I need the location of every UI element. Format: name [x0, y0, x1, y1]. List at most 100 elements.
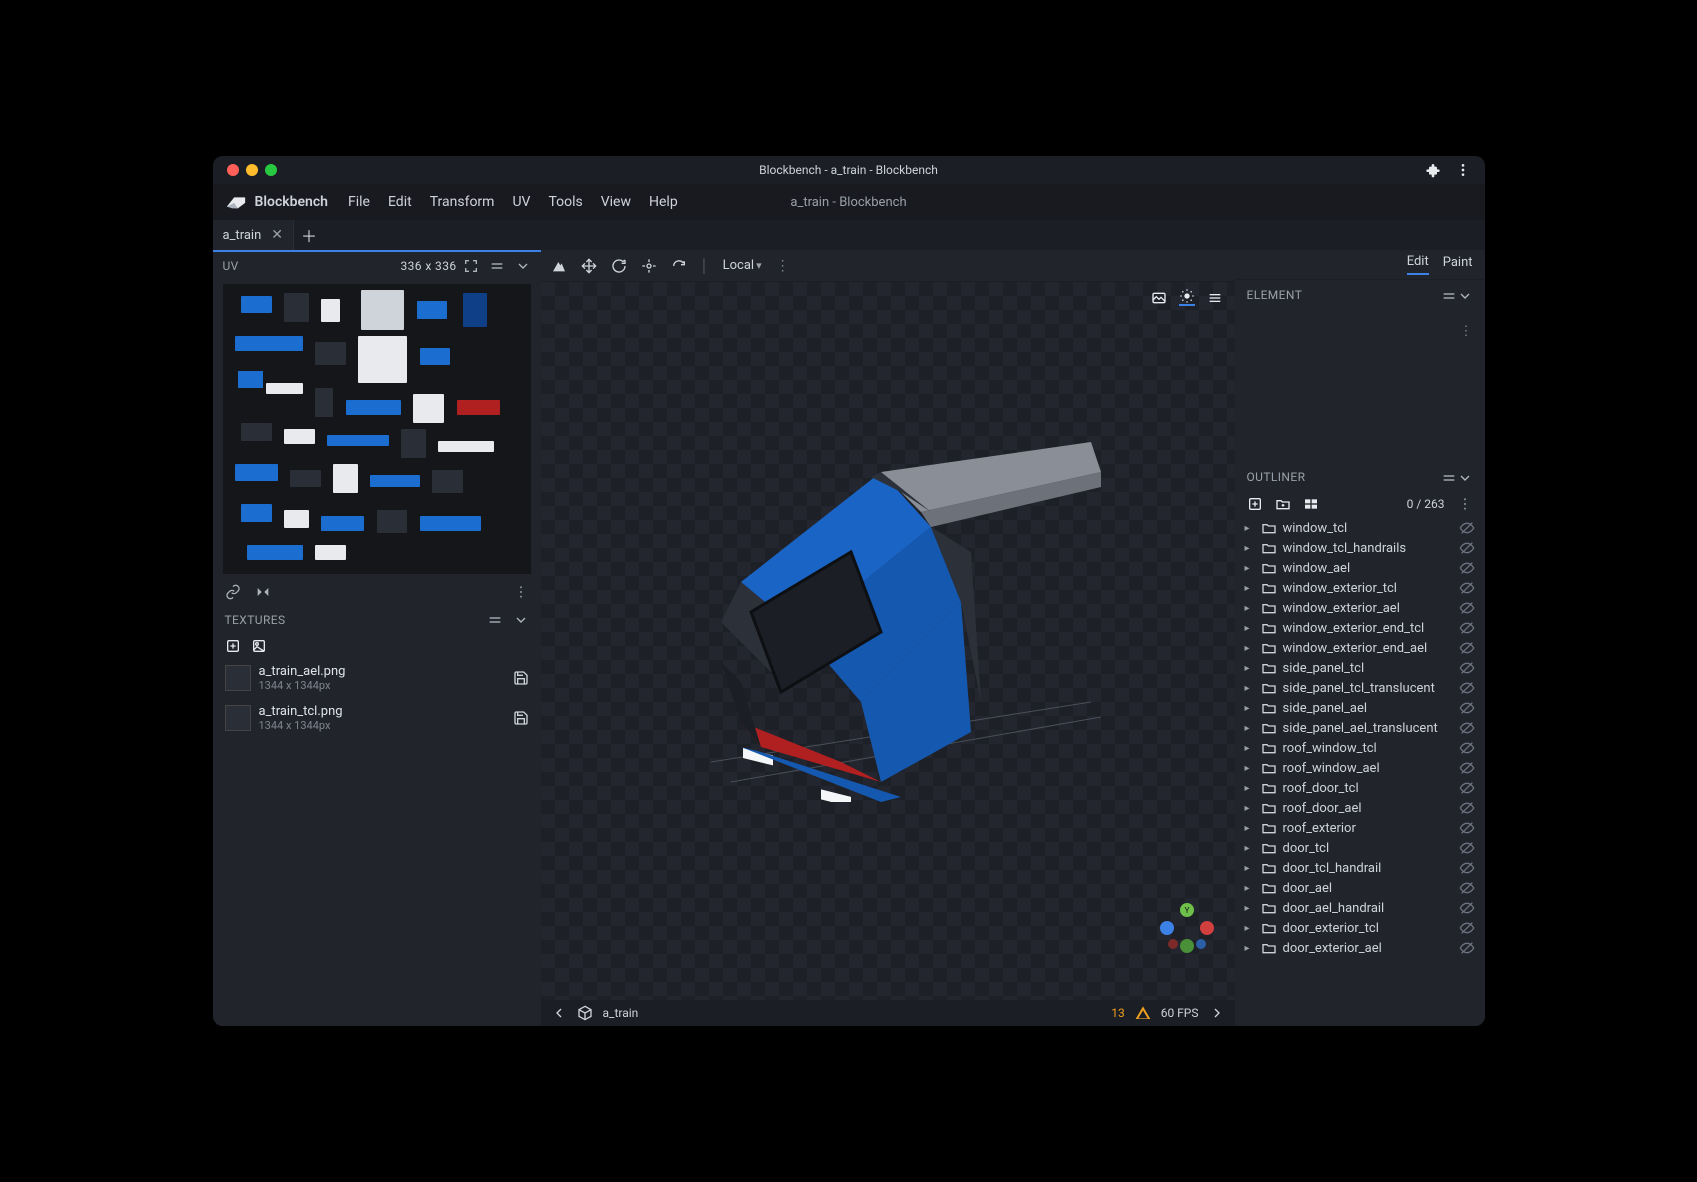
chevron-right-icon[interactable]: ▸ — [1245, 703, 1255, 714]
panel-menu-icon[interactable] — [1441, 470, 1457, 486]
add-group-icon[interactable] — [1275, 496, 1291, 512]
menu-edit[interactable]: Edit — [388, 194, 412, 210]
extension-icon[interactable] — [1425, 162, 1441, 178]
visibility-toggle-icon[interactable] — [1459, 900, 1475, 916]
outliner-node[interactable]: ▸door_tcl_handrail — [1241, 858, 1479, 878]
chevron-down-icon[interactable] — [515, 258, 531, 274]
add-cube-icon[interactable] — [1247, 496, 1263, 512]
chevron-right-icon[interactable]: ▸ — [1245, 543, 1255, 554]
visibility-toggle-icon[interactable] — [1459, 620, 1475, 636]
chevron-right-icon[interactable]: ▸ — [1245, 723, 1255, 734]
outliner-node[interactable]: ▸roof_window_ael — [1241, 758, 1479, 778]
mirror-icon[interactable] — [255, 584, 271, 600]
minimize-window-button[interactable] — [246, 164, 258, 176]
chevron-down-icon[interactable] — [513, 612, 529, 628]
warning-icon[interactable] — [1135, 1005, 1151, 1021]
visibility-toggle-icon[interactable] — [1459, 680, 1475, 696]
tab-a-train[interactable]: a_train ✕ — [213, 220, 295, 250]
menu-help[interactable]: Help — [649, 194, 678, 210]
outliner-tree[interactable]: ▸window_tcl▸window_tcl_handrails▸window_… — [1235, 516, 1485, 1026]
outliner-node[interactable]: ▸door_exterior_tcl — [1241, 918, 1479, 938]
shading-icon[interactable] — [1179, 290, 1195, 306]
visibility-toggle-icon[interactable] — [1459, 640, 1475, 656]
chevron-right-icon[interactable]: ▸ — [1245, 583, 1255, 594]
outliner-node[interactable]: ▸window_exterior_tcl — [1241, 578, 1479, 598]
maximize-window-button[interactable] — [265, 164, 277, 176]
new-tab-button[interactable]: ＋ — [294, 220, 324, 250]
outliner-node[interactable]: ▸roof_door_ael — [1241, 798, 1479, 818]
outliner-node[interactable]: ▸roof_exterior — [1241, 818, 1479, 838]
uv-editor[interactable] — [223, 284, 531, 574]
kebab-icon[interactable]: ⋮ — [776, 258, 790, 274]
visibility-toggle-icon[interactable] — [1459, 720, 1475, 736]
visibility-toggle-icon[interactable] — [1459, 600, 1475, 616]
chevron-right-icon[interactable]: ▸ — [1245, 763, 1255, 774]
kebab-icon[interactable] — [513, 584, 529, 600]
visibility-toggle-icon[interactable] — [1459, 660, 1475, 676]
save-texture-icon[interactable] — [513, 670, 529, 686]
outliner-node[interactable]: ▸window_exterior_end_tcl — [1241, 618, 1479, 638]
tab-paint[interactable]: Paint — [1443, 255, 1473, 274]
chevron-right-icon[interactable]: ▸ — [1245, 563, 1255, 574]
texture-row[interactable]: a_train_ael.png 1344 x 1344px — [221, 660, 533, 696]
visibility-toggle-icon[interactable] — [1459, 520, 1475, 536]
link-icon[interactable] — [225, 584, 241, 600]
toggle-options-icon[interactable] — [1303, 496, 1319, 512]
screenshot-icon[interactable] — [1151, 290, 1167, 306]
transform-space-icon[interactable] — [671, 258, 687, 274]
menu-file[interactable]: File — [348, 194, 370, 210]
outliner-node[interactable]: ▸side_panel_ael — [1241, 698, 1479, 718]
chevron-right-icon[interactable]: ▸ — [1245, 883, 1255, 894]
texture-row[interactable]: a_train_tcl.png 1344 x 1344px — [221, 700, 533, 736]
outliner-node[interactable]: ▸roof_window_tcl — [1241, 738, 1479, 758]
chevron-right-icon[interactable]: ▸ — [1245, 743, 1255, 754]
close-window-button[interactable] — [227, 164, 239, 176]
chevron-right-icon[interactable]: ▸ — [1245, 843, 1255, 854]
chevron-right-icon[interactable]: ▸ — [1245, 523, 1255, 534]
visibility-toggle-icon[interactable] — [1459, 780, 1475, 796]
app-logo[interactable]: Blockbench — [213, 193, 340, 211]
visibility-toggle-icon[interactable] — [1459, 560, 1475, 576]
kebab-icon[interactable] — [1457, 496, 1473, 512]
outliner-node[interactable]: ▸door_exterior_ael — [1241, 938, 1479, 958]
chevron-right-icon[interactable]: ▸ — [1245, 903, 1255, 914]
outliner-node[interactable]: ▸roof_door_tcl — [1241, 778, 1479, 798]
outliner-node[interactable]: ▸window_ael — [1241, 558, 1479, 578]
close-tab-icon[interactable]: ✕ — [271, 227, 283, 243]
save-texture-icon[interactable] — [513, 710, 529, 726]
chevron-right-icon[interactable]: ▸ — [1245, 643, 1255, 654]
visibility-toggle-icon[interactable] — [1459, 760, 1475, 776]
menu-tools[interactable]: Tools — [548, 194, 582, 210]
vertex-snap-icon[interactable] — [551, 258, 567, 274]
outliner-node[interactable]: ▸window_exterior_end_ael — [1241, 638, 1479, 658]
import-texture-icon[interactable] — [225, 638, 241, 654]
panel-menu-icon[interactable] — [487, 612, 503, 628]
outliner-node[interactable]: ▸window_exterior_ael — [1241, 598, 1479, 618]
visibility-toggle-icon[interactable] — [1459, 800, 1475, 816]
chevron-right-icon[interactable] — [1209, 1005, 1225, 1021]
chevron-right-icon[interactable]: ▸ — [1245, 663, 1255, 674]
3d-viewport[interactable]: Y — [541, 282, 1235, 1000]
visibility-toggle-icon[interactable] — [1459, 580, 1475, 596]
hamburger-icon[interactable] — [1207, 290, 1223, 306]
outliner-node[interactable]: ▸door_ael — [1241, 878, 1479, 898]
chevron-right-icon[interactable]: ▸ — [1245, 823, 1255, 834]
outliner-node[interactable]: ▸side_panel_ael_translucent — [1241, 718, 1479, 738]
chevron-right-icon[interactable]: ▸ — [1245, 803, 1255, 814]
orientation-gizmo[interactable]: Y — [1157, 900, 1217, 960]
chevron-right-icon[interactable]: ▸ — [1245, 923, 1255, 934]
kebab-icon[interactable]: ⋮ — [1460, 324, 1473, 339]
visibility-toggle-icon[interactable] — [1459, 860, 1475, 876]
outliner-node[interactable]: ▸door_tcl — [1241, 838, 1479, 858]
visibility-toggle-icon[interactable] — [1459, 740, 1475, 756]
outliner-node[interactable]: ▸window_tcl_handrails — [1241, 538, 1479, 558]
kebab-menu-icon[interactable] — [1455, 162, 1471, 178]
chevron-right-icon[interactable]: ▸ — [1245, 683, 1255, 694]
visibility-toggle-icon[interactable] — [1459, 940, 1475, 956]
menu-view[interactable]: View — [601, 194, 631, 210]
menu-transform[interactable]: Transform — [430, 194, 495, 210]
outliner-node[interactable]: ▸window_tcl — [1241, 518, 1479, 538]
tab-edit[interactable]: Edit — [1407, 254, 1429, 275]
chevron-right-icon[interactable]: ▸ — [1245, 783, 1255, 794]
outliner-node[interactable]: ▸side_panel_tcl — [1241, 658, 1479, 678]
